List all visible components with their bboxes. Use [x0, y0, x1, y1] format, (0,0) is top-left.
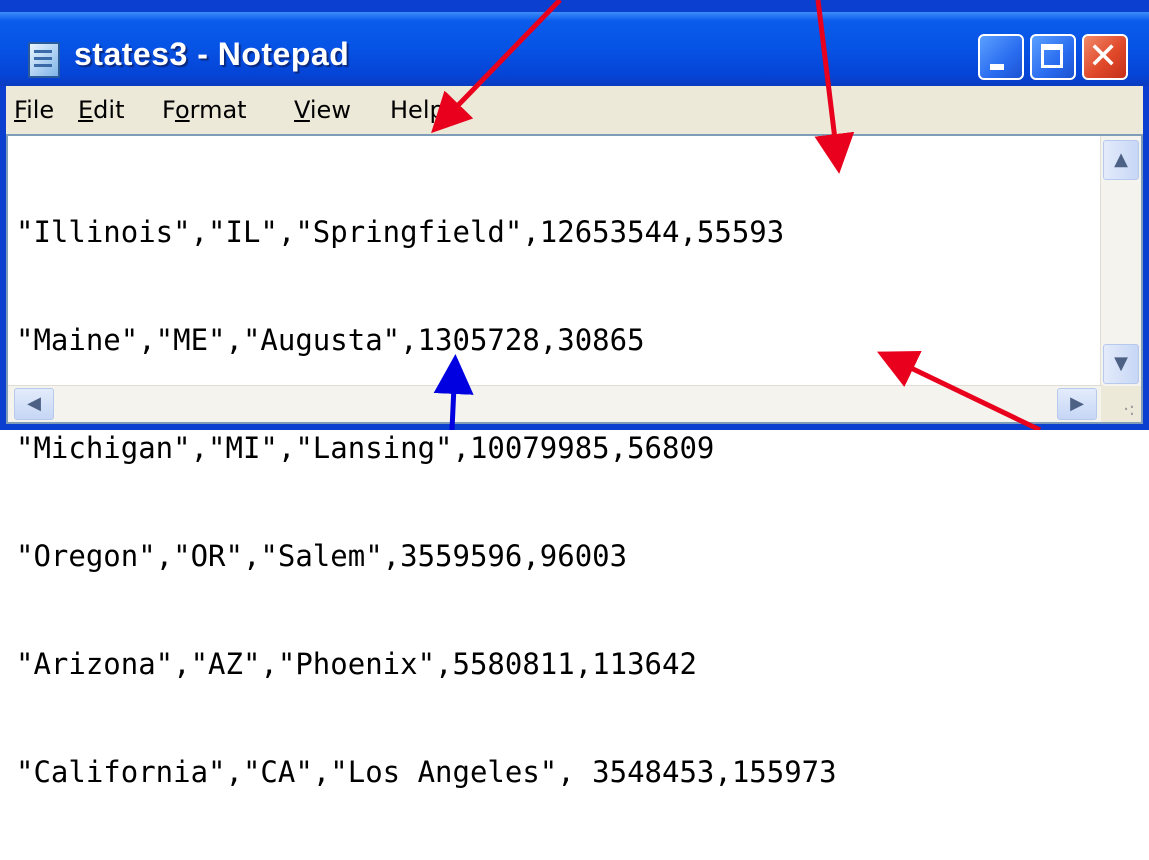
minimize-button[interactable]	[978, 34, 1024, 80]
menu-format-label: rmat	[189, 96, 247, 124]
menu-help-mnemonic: p	[429, 96, 445, 124]
menu-file[interactable]: File	[14, 96, 54, 124]
document-text[interactable]: "Illinois","IL","Springfield",12653544,5…	[16, 142, 1106, 860]
text-line: "Oregon","OR","Salem",3559596,96003	[16, 539, 628, 573]
text-line: "Illinois","IL","Springfield",12653544,5…	[16, 215, 785, 249]
menu-format[interactable]: Format	[162, 96, 247, 124]
text-line: "California","CA","Los Angeles", 3548453…	[16, 755, 837, 789]
title-bar[interactable]: states3 - Notepad ✕	[0, 12, 1149, 86]
text-line: "Arizona","AZ","Phoenix",5580811,113642	[16, 647, 697, 681]
window-title: states3 - Notepad	[74, 36, 350, 72]
notepad-icon[interactable]	[28, 42, 60, 78]
chevron-right-icon: ▶	[1070, 393, 1084, 414]
horizontal-scrollbar[interactable]: ◀ ▶	[8, 385, 1103, 422]
text-editor[interactable]: "Illinois","IL","Springfield",12653544,5…	[6, 134, 1143, 789]
scroll-up-button[interactable]: ▲	[1103, 140, 1139, 180]
maximize-button[interactable]	[1030, 34, 1076, 80]
menu-bar: File Edit Format View Help	[6, 86, 1143, 134]
notepad-window: states3 - Notepad ✕ File Edit Format Vie…	[0, 0, 1149, 789]
scroll-down-button[interactable]: ▼	[1103, 344, 1139, 384]
resize-grip-icon[interactable]	[1101, 386, 1141, 422]
menu-edit[interactable]: Edit	[78, 96, 124, 124]
chevron-down-icon: ▼	[1114, 353, 1128, 374]
chevron-up-icon: ▲	[1114, 149, 1128, 170]
menu-format-pre: F	[162, 96, 175, 124]
menu-edit-label: dit	[93, 96, 125, 124]
vertical-scrollbar[interactable]: ▲ ▼	[1100, 136, 1141, 388]
menu-file-label: ile	[26, 96, 55, 124]
scroll-right-button[interactable]: ▶	[1057, 388, 1097, 420]
menu-view-mnemonic: V	[294, 96, 310, 124]
chevron-left-icon: ◀	[27, 393, 41, 414]
menu-help[interactable]: Help	[390, 96, 445, 124]
scroll-left-button[interactable]: ◀	[14, 388, 54, 420]
menu-view[interactable]: View	[294, 96, 351, 124]
maximize-icon	[1041, 44, 1063, 68]
close-icon: ✕	[1088, 36, 1119, 77]
menu-format-mnemonic: o	[174, 96, 190, 124]
close-button[interactable]: ✕	[1082, 34, 1128, 80]
minimize-icon	[990, 64, 1004, 70]
text-line: "Michigan","MI","Lansing",10079985,56809	[16, 431, 715, 465]
menu-view-label: iew	[309, 96, 351, 124]
menu-edit-mnemonic: E	[78, 96, 94, 124]
menu-help-pre: Hel	[390, 96, 430, 124]
text-line: "Maine","ME","Augusta",1305728,30865	[16, 323, 645, 357]
menu-file-mnemonic: F	[14, 96, 27, 124]
